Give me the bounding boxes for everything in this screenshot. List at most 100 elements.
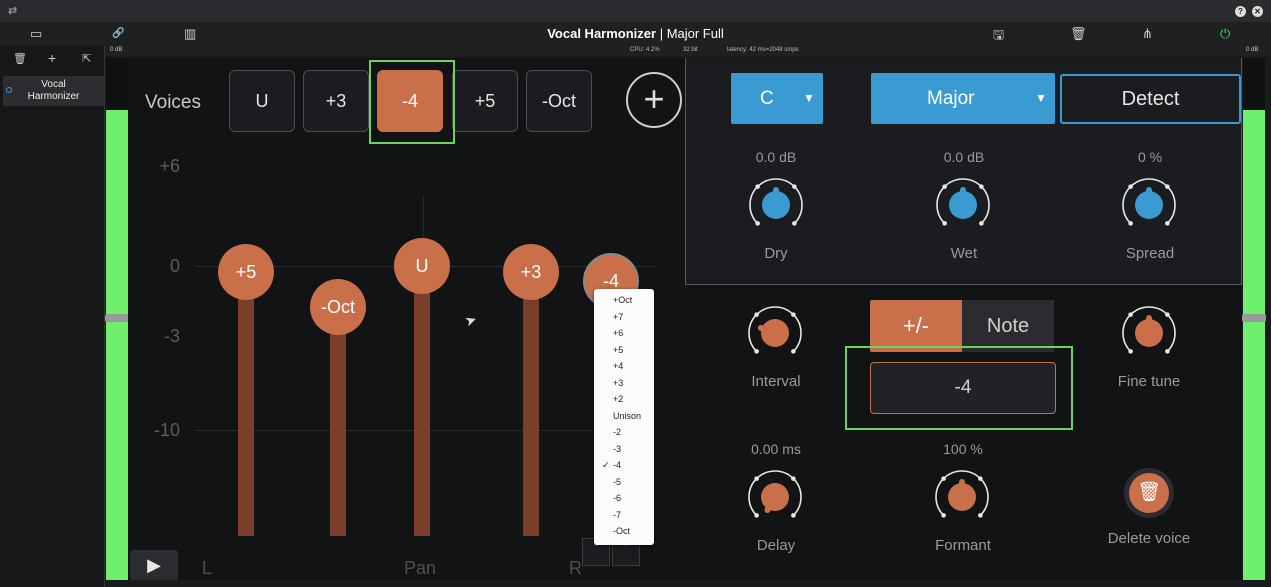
export-icon[interactable]: ⇱ [82,52,91,65]
delete-voice-label: Delete voice [1107,530,1191,547]
scale-select[interactable]: Major ▼ [871,73,1055,124]
add-plugin-icon[interactable]: + [48,50,56,66]
voice-handle-2[interactable]: -Oct [310,279,366,335]
menu-item[interactable]: +Oct [594,292,654,308]
cpu-readout: CPU: 4.2% [630,47,660,53]
fine-tune-label: Fine tune [1117,373,1181,390]
dry-value: 0.0 dB [755,149,797,165]
output-meter-label: 0 dB [1246,47,1259,53]
input-gain-handle[interactable] [105,314,129,322]
menu-item[interactable]: -3 [594,441,654,457]
voice-handle-3[interactable]: U [394,238,450,294]
interval-value-field[interactable]: -4 [870,362,1056,414]
menu-item[interactable]: -Oct [594,523,654,539]
close-icon[interactable]: ✕ [1252,6,1263,17]
spread-label: Spread [1125,245,1175,262]
play-help-button[interactable]: ▶ [130,550,178,580]
routing-icon[interactable]: ⋔ [1142,26,1153,42]
fine-tune-knob[interactable] [1118,302,1180,364]
harmonizer-panel: Voices U +3 -4 +5 -Oct + +6 0 -3 -10 +5 … [128,58,1242,580]
menu-item[interactable]: Unison [594,408,654,424]
output-level-fill [1243,110,1265,580]
scale-value: Major [927,88,975,109]
menu-item[interactable]: -7 [594,507,654,523]
menu-item[interactable]: +6 [594,325,654,341]
voice-tab-4[interactable]: +5 [452,70,518,132]
menu-item-label: +4 [613,361,624,371]
menu-item[interactable]: ✓ -4 [594,457,654,473]
trash-icon: 🗑 [1129,473,1169,513]
chevron-down-icon: ▼ [1035,91,1047,105]
pan-right-label: R [569,558,582,578]
voice-handle-1[interactable]: +5 [218,244,274,300]
pan-center-label: Pan [404,558,437,578]
menu-item-label: -3 [613,443,622,454]
bit-depth-readout: 32 bit [683,47,698,53]
delay-knob[interactable] [744,466,806,528]
menu-item[interactable]: +2 [594,391,654,407]
input-meter-label: 0 dB [110,47,123,53]
menu-item-label: -7 [613,509,622,520]
menu-item[interactable]: -2 [594,424,654,440]
menu-item-label: +7 [613,311,624,322]
voice-tab-5[interactable]: -Oct [526,70,592,132]
interval-mode-plusminus-button[interactable]: +/- [870,300,962,352]
status-dot-icon [6,87,12,93]
pitch-label-minus10: -10 [153,420,180,440]
interval-dropdown-menu: +Oct +7 +6 +5 +4 +3 +2 Unison -2 -3 ✓ -4 -5 -6 -7 -Oct [594,289,654,545]
menu-item[interactable]: -6 [594,490,654,506]
swap-icon[interactable]: ⇄ [8,4,17,17]
sidebar-item-vocal-harmonizer[interactable]: Vocal Harmonizer [3,76,104,106]
input-level-meter [105,58,129,580]
formant-label: Formant [935,537,991,554]
voice-tab-1[interactable]: U [229,70,295,132]
menu-item-label: -4 [613,460,622,470]
preset-name[interactable]: Major Full [667,26,724,41]
help-icon[interactable]: ? [1235,6,1246,17]
remove-plugin-icon[interactable]: 🗑 [13,52,27,65]
interval-mode-note-button[interactable]: Note [962,300,1054,352]
formant-knob[interactable] [931,466,993,528]
global-settings-panel: C ▼ Major ▼ Detect 0.0 dB 0.0 dB 0 % Dry… [685,58,1242,285]
top-system-bar: ⇄ ? ✕ [0,0,1271,22]
menu-item[interactable]: -5 [594,474,654,490]
detect-button[interactable]: Detect [1060,74,1241,124]
menu-item[interactable]: +4 [594,358,654,374]
voice-slider-track[interactable] [414,280,430,536]
spread-knob[interactable] [1118,174,1180,236]
interval-label: Interval [751,373,801,390]
menu-item-label: +Oct [613,295,633,305]
interval-knob[interactable] [744,302,806,364]
checkmark-icon: ✓ [602,460,610,470]
voice-slider-track[interactable] [238,288,254,536]
voice-slider-track[interactable] [523,288,539,536]
menu-item[interactable]: +7 [594,309,654,325]
delete-voice-button[interactable]: 🗑 [1124,468,1174,518]
app-window: ⇄ ? ✕ ▭ 🔗 ▥ Vocal Harmonizer | Major Ful… [0,0,1271,587]
mouse-cursor-icon: ➤ [462,310,479,330]
menu-item-label: -2 [613,427,622,437]
menu-item[interactable]: +3 [594,375,654,391]
wet-knob[interactable] [932,174,994,236]
spread-value: 0 % [1137,149,1163,165]
title-bar: ▭ 🔗 ▥ Vocal Harmonizer | Major Full 🖫 🗑 … [0,22,1271,46]
voice-slider-track[interactable] [330,328,346,536]
pitch-label-zero: 0 [169,256,180,276]
dry-knob[interactable] [745,174,807,236]
output-gain-handle[interactable] [1242,314,1266,322]
voice-selection-highlight [369,60,455,144]
menu-item[interactable]: +5 [594,342,654,358]
plugin-name: Vocal Harmonizer [547,26,657,41]
voice-handle-4[interactable]: +3 [503,244,559,300]
add-voice-button[interactable]: + [626,72,682,128]
input-level-fill [106,110,128,580]
sidebar-toolbar: 🗑 + ⇱ [0,50,105,68]
power-icon[interactable]: ⏻ [1220,26,1230,42]
sidebar-item-label: Vocal Harmonizer [27,79,80,102]
key-select[interactable]: C ▼ [731,73,823,124]
voice-tab-2[interactable]: +3 [303,70,369,132]
menu-item-label: Unison [613,410,642,421]
formant-value: 100 % [943,441,983,457]
trash-icon[interactable]: 🗑 [1070,26,1087,42]
save-icon[interactable]: 🖫 [993,26,1004,48]
